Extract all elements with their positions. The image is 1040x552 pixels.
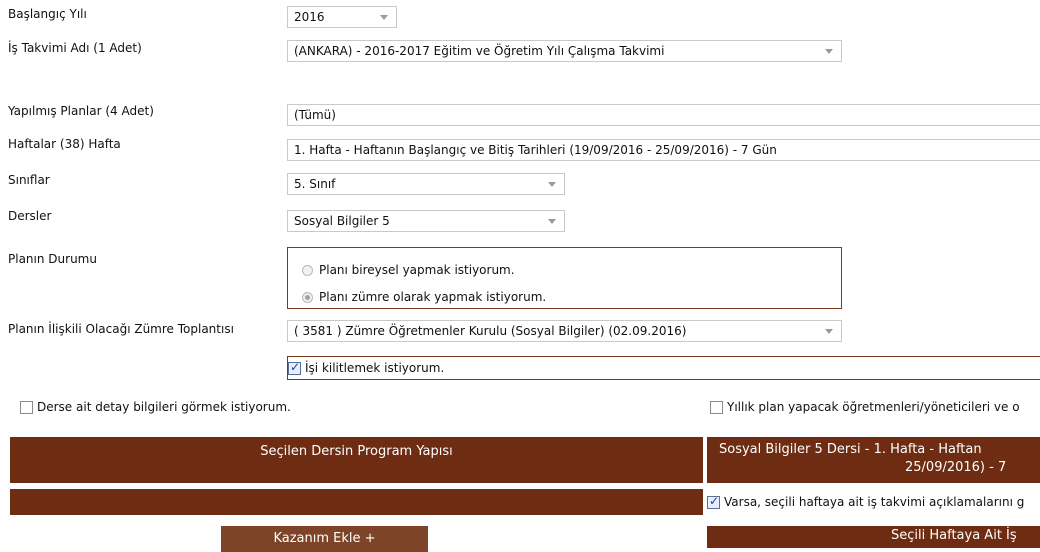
classes-label: Sınıflar	[8, 173, 50, 187]
radio-group-plan[interactable]: Planı zümre olarak yapmak istiyorum.	[302, 290, 546, 304]
chevron-down-icon	[825, 329, 833, 334]
program-structure-bar	[10, 489, 703, 515]
week-lesson-title-line1: Sosyal Bilgiler 5 Dersi - 1. Hafta - Haf…	[719, 442, 982, 457]
teachers-checkbox-label: Yıllık plan yapacak öğretmenleri/yönetic…	[727, 400, 1020, 414]
weeks-value: 1. Hafta - Haftanın Başlangıç ve Bitiş T…	[294, 143, 777, 157]
lessons-value: Sosyal Bilgiler 5	[294, 214, 390, 228]
plan-status-label: Planın Durumu	[8, 252, 97, 266]
teachers-checkbox[interactable]	[710, 400, 723, 414]
radio-individual-label: Planı bireysel yapmak istiyorum.	[319, 263, 515, 277]
detail-option[interactable]: Derse ait detay bilgileri görmek istiyor…	[20, 400, 291, 414]
calendar-notes-checkbox[interactable]	[707, 494, 720, 509]
detail-checkbox-label: Derse ait detay bilgileri görmek istiyor…	[37, 400, 291, 414]
classes-value: 5. Sınıf	[294, 177, 336, 191]
add-outcome-label: Kazanım Ekle +	[273, 531, 376, 546]
start-year-label: Başlangıç Yılı	[8, 7, 87, 21]
week-tasks-title: Seçili Haftaya Ait İş	[891, 528, 1017, 543]
classes-select[interactable]: 5. Sınıf	[287, 173, 565, 195]
weeks-select[interactable]: 1. Hafta - Haftanın Başlangıç ve Bitiş T…	[287, 139, 1040, 161]
calendar-notes-label: Varsa, seçili haftaya ait iş takvimi açı…	[724, 495, 1025, 509]
lock-label: İşi kilitlemek istiyorum.	[305, 361, 445, 375]
meeting-value: ( 3581 ) Zümre Öğretmenler Kurulu (Sosya…	[294, 324, 687, 338]
lessons-label: Dersler	[8, 209, 52, 223]
calendar-label: İş Takvimi Adı (1 Adet)	[8, 41, 142, 55]
add-outcome-button[interactable]: Kazanım Ekle +	[221, 526, 428, 552]
chevron-down-icon	[548, 182, 556, 187]
calendar-value: (ANKARA) - 2016-2017 Eğitim ve Öğretim Y…	[294, 44, 665, 58]
lessons-select[interactable]: Sosyal Bilgiler 5	[287, 210, 565, 232]
start-year-select[interactable]: 2016	[287, 6, 397, 28]
plans-value: (Tümü)	[294, 108, 336, 122]
start-year-value: 2016	[294, 10, 325, 24]
radio-individual[interactable]: Planı bireysel yapmak istiyorum.	[302, 263, 515, 277]
chevron-down-icon	[548, 219, 556, 224]
lock-checkbox[interactable]	[288, 360, 301, 375]
teachers-option[interactable]: Yıllık plan yapacak öğretmenleri/yönetic…	[710, 400, 1040, 414]
meeting-select[interactable]: ( 3581 ) Zümre Öğretmenler Kurulu (Sosya…	[287, 320, 842, 342]
week-lesson-title-line2: 25/09/2016) - 7	[905, 460, 1007, 475]
plan-status-radio-group: Planı bireysel yapmak istiyorum. Planı z…	[287, 247, 842, 309]
program-structure-title: Seçilen Dersin Program Yapısı	[260, 444, 453, 459]
plans-select[interactable]: (Tümü)	[287, 104, 1040, 126]
plans-label: Yapılmış Planlar (4 Adet)	[8, 104, 154, 118]
week-tasks-header: Seçili Haftaya Ait İş	[707, 526, 1040, 548]
radio-group-plan-label: Planı zümre olarak yapmak istiyorum.	[319, 290, 547, 304]
chevron-down-icon	[380, 15, 388, 20]
program-structure-header: Seçilen Dersin Program Yapısı	[10, 437, 703, 483]
calendar-select[interactable]: (ANKARA) - 2016-2017 Eğitim ve Öğretim Y…	[287, 40, 842, 62]
week-lesson-header: Sosyal Bilgiler 5 Dersi - 1. Hafta - Haf…	[707, 437, 1040, 483]
radio-button-selected-icon[interactable]	[302, 291, 313, 303]
radio-button-icon[interactable]	[302, 264, 313, 276]
calendar-notes-option[interactable]: Varsa, seçili haftaya ait iş takvimi açı…	[707, 490, 1040, 514]
weeks-label: Haftalar (38) Hafta	[8, 137, 121, 151]
lock-row: İşi kilitlemek istiyorum.	[287, 356, 1040, 380]
meeting-label: Planın İlişkili Olacağı Zümre Toplantısı	[8, 322, 234, 336]
chevron-down-icon	[825, 49, 833, 54]
detail-checkbox[interactable]	[20, 400, 33, 414]
